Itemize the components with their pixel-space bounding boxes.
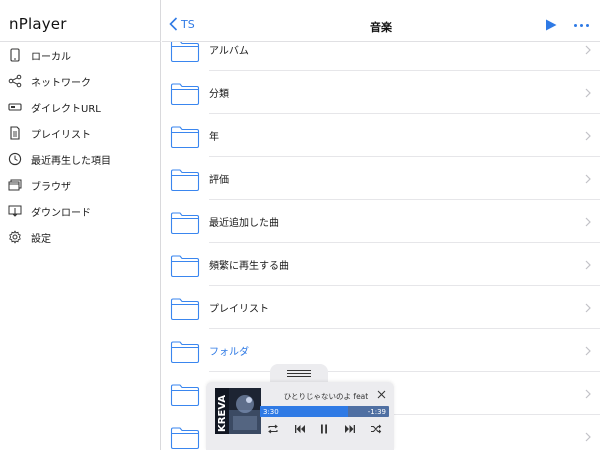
folder-name: 年	[209, 132, 219, 143]
close-icon[interactable]	[377, 390, 386, 399]
chevron-right-icon	[585, 432, 591, 442]
list-item[interactable]: プレイリスト	[162, 286, 600, 329]
player-drag-handle[interactable]	[270, 364, 328, 382]
folder-icon	[170, 126, 200, 149]
repeat-icon[interactable]	[267, 424, 279, 434]
chevron-right-icon	[585, 346, 591, 356]
next-track-icon[interactable]	[344, 424, 356, 434]
sidebar-item-settings[interactable]: 設定	[0, 224, 161, 250]
list-item[interactable]: 分類	[162, 71, 600, 114]
browser-icon	[8, 178, 22, 192]
cover-text: KREVA	[217, 395, 228, 432]
folder-icon	[170, 427, 200, 450]
sidebar-item-label: 最近再生した項目	[31, 155, 111, 167]
folder-icon	[170, 255, 200, 278]
handle-icon	[287, 370, 311, 379]
mini-player: KREVA ひとりじゃないのよ feat 3:30 -1:39	[206, 382, 394, 450]
chevron-right-icon	[585, 217, 591, 227]
shuffle-icon[interactable]	[370, 424, 382, 434]
pause-icon[interactable]	[318, 424, 330, 434]
song-title: ひとりじゃないのよ feat	[283, 392, 369, 401]
list-item[interactable]: 頻繁に再生する曲	[162, 243, 600, 286]
phone-icon	[8, 48, 22, 62]
share-icon	[8, 74, 22, 88]
sidebar-item-label: ネットワーク	[31, 77, 91, 89]
previous-track-icon[interactable]	[294, 424, 306, 434]
album-cover[interactable]: KREVA	[215, 388, 261, 434]
sidebar-item-download[interactable]: ダウンロード	[0, 198, 161, 224]
more-button[interactable]	[574, 24, 589, 27]
chevron-right-icon	[585, 131, 591, 141]
sidebar-item-label: プレイリスト	[31, 129, 91, 141]
sidebar-list: ローカル ネットワーク ダイレクトURL プレイリスト 最近再生した項目 ブラウ…	[0, 42, 161, 250]
chevron-right-icon	[585, 260, 591, 270]
page-title: 音楽	[370, 21, 392, 34]
folder-name: 分類	[209, 89, 229, 100]
sidebar-item-network[interactable]: ネットワーク	[0, 68, 161, 94]
list-item[interactable]: 評価	[162, 157, 600, 200]
app-title: nPlayer	[9, 15, 67, 33]
folder-name: 最近追加した曲	[209, 218, 279, 229]
folder-name: フォルダ	[209, 347, 249, 358]
chevron-right-icon	[585, 174, 591, 184]
sidebar-item-label: 設定	[31, 233, 51, 245]
folder-name: 頻繁に再生する曲	[209, 261, 289, 272]
more-dot	[586, 24, 589, 27]
chevron-right-icon	[585, 389, 591, 399]
sidebar-item-label: ブラウザ	[31, 181, 71, 193]
more-dot	[580, 24, 583, 27]
sidebar-item-recent[interactable]: 最近再生した項目	[0, 146, 161, 172]
folder-name: アルバム	[209, 46, 249, 57]
list-item[interactable]: フォルダ	[162, 329, 600, 372]
gear-icon	[8, 230, 22, 244]
chevron-right-icon	[585, 45, 591, 55]
time-remaining: -1:39	[367, 407, 386, 416]
folder-icon	[170, 384, 200, 407]
download-icon	[8, 204, 22, 218]
sidebar: nPlayer ローカル ネットワーク ダイレクトURL プレイリスト 最近再生…	[0, 0, 161, 450]
folder-icon	[170, 83, 200, 106]
more-dot	[574, 24, 577, 27]
chevron-right-icon	[585, 303, 591, 313]
folder-icon	[170, 212, 200, 235]
folder-icon	[170, 341, 200, 364]
folder-name: 評価	[209, 175, 229, 186]
progress-bar[interactable]: 3:30 -1:39	[260, 406, 389, 417]
list-item[interactable]: 年	[162, 114, 600, 157]
folder-icon	[170, 40, 200, 63]
list-item[interactable]: 最近追加した曲	[162, 200, 600, 243]
sidebar-item-playlist[interactable]: プレイリスト	[0, 120, 161, 146]
sidebar-item-label: ダウンロード	[31, 207, 91, 219]
time-elapsed: 3:30	[263, 407, 279, 416]
sidebar-item-local[interactable]: ローカル	[0, 42, 161, 68]
sidebar-item-browser[interactable]: ブラウザ	[0, 172, 161, 198]
folder-icon	[170, 298, 200, 321]
play-icon[interactable]	[545, 19, 557, 31]
sidebar-item-label: ローカル	[31, 51, 71, 63]
drive-icon	[8, 100, 22, 114]
clock-icon	[8, 152, 22, 166]
sidebar-item-label: ダイレクトURL	[31, 103, 101, 115]
folder-name: プレイリスト	[209, 304, 269, 315]
navigation-bar: TS 音楽	[162, 0, 600, 42]
folder-icon	[170, 169, 200, 192]
chevron-right-icon	[585, 88, 591, 98]
document-icon	[8, 126, 22, 140]
sidebar-item-direct-url[interactable]: ダイレクトURL	[0, 94, 161, 120]
